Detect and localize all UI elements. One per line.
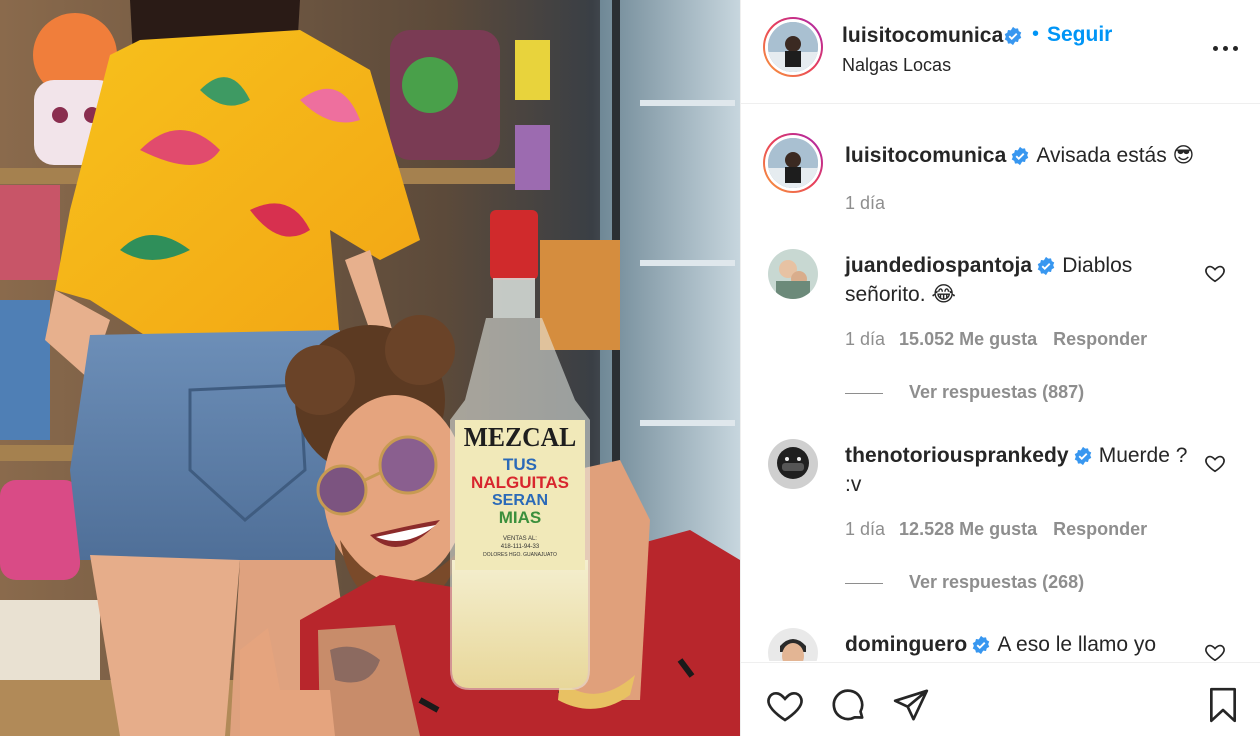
comment-meta: 1 día 12.528 Me gusta Responder xyxy=(845,519,1147,540)
verified-badge-icon xyxy=(1012,147,1029,166)
view-replies-label: Ver respuestas (268) xyxy=(909,572,1085,592)
label-line-2: NALGUITAS xyxy=(471,473,569,492)
caption-username[interactable]: luisitocomunica xyxy=(845,144,1006,167)
post-action-bar xyxy=(741,662,1260,736)
avatar-image xyxy=(768,22,818,72)
verified-badge-icon xyxy=(1074,447,1091,466)
comment-likes[interactable]: 12.528 Me gusta xyxy=(899,519,1037,539)
post-header: luisitocomunica • Seguir Nalgas Locas xyxy=(741,0,1260,104)
label-line-4: MIAS xyxy=(498,508,542,527)
verified-badge-icon xyxy=(1003,26,1023,51)
caption-text: luisitocomunica Avisada estás 😎 xyxy=(845,141,1225,170)
label-line-1: TUS xyxy=(503,455,537,474)
commenter-avatar[interactable] xyxy=(768,628,818,661)
comment-icon[interactable] xyxy=(828,685,868,725)
comment-text: dominguero A eso le llamo yo xyxy=(845,630,1195,659)
label-line-3: SERAN xyxy=(491,492,548,509)
more-options-icon[interactable] xyxy=(1211,38,1241,58)
heart-icon[interactable] xyxy=(765,685,805,725)
comment-username[interactable]: thenotoriousprankedy xyxy=(845,444,1069,467)
post-location[interactable]: Nalgas Locas xyxy=(842,55,951,76)
reply-button[interactable]: Responder xyxy=(1053,519,1147,539)
author-username[interactable]: luisitocomunica xyxy=(842,24,1003,48)
view-replies-button[interactable]: Ver respuestas (268) xyxy=(845,572,1084,593)
post-image xyxy=(0,0,740,736)
caption-body: Avisada estás 😎 xyxy=(1036,144,1195,167)
heart-icon[interactable] xyxy=(1204,641,1226,661)
commenter-avatar[interactable] xyxy=(768,439,818,489)
author-avatar[interactable] xyxy=(763,17,823,77)
view-replies-button[interactable]: Ver respuestas (887) xyxy=(845,382,1084,403)
bookmark-icon[interactable] xyxy=(1203,685,1243,725)
label-small-2: 418-111-94-33 xyxy=(500,544,540,550)
view-replies-label: Ver respuestas (887) xyxy=(909,382,1085,402)
avatar-image xyxy=(768,138,818,188)
verified-badge-icon xyxy=(1037,257,1055,276)
comment-meta: 1 día 15.052 Me gusta Responder xyxy=(845,329,1147,350)
comments-list[interactable]: luisitocomunica Avisada estás 😎 1 día jua… xyxy=(741,105,1260,661)
label-small-3: DOLORES HGO. GUANAJUATO xyxy=(483,552,557,558)
follow-button[interactable]: Seguir xyxy=(1047,23,1112,47)
caption-time[interactable]: 1 día xyxy=(845,193,885,214)
comment-username[interactable]: dominguero xyxy=(845,633,967,656)
reply-button[interactable]: Responder xyxy=(1053,329,1147,349)
label-brand: MEZCAL xyxy=(463,422,577,452)
heart-icon[interactable] xyxy=(1204,452,1226,474)
comment-text: juandediospantoja Diablos señorito. 😂 xyxy=(845,251,1195,309)
verified-badge-icon xyxy=(973,636,990,655)
commenter-avatar[interactable] xyxy=(768,249,818,299)
label-small-1: VENTAS AL: xyxy=(503,536,537,542)
heart-icon[interactable] xyxy=(1204,262,1226,284)
post-photo[interactable]: MEZCAL TUS NALGUITAS SERAN MIAS VENTAS A… xyxy=(0,0,740,736)
bottle-label: MEZCAL TUS NALGUITAS SERAN MIAS VENTAS A… xyxy=(455,420,585,570)
comment-time[interactable]: 1 día xyxy=(845,519,885,539)
comment-username[interactable]: juandediospantoja xyxy=(845,254,1032,277)
separator-dot: • xyxy=(1032,23,1040,45)
comment-text: thenotoriousprankedy Muerde ? :v xyxy=(845,441,1195,499)
comment-body: A eso le llamo yo xyxy=(997,633,1157,656)
caption-avatar[interactable] xyxy=(763,133,823,193)
post-side-panel: luisitocomunica • Seguir Nalgas Locas lu… xyxy=(740,0,1260,736)
comment-time[interactable]: 1 día xyxy=(845,329,885,349)
share-icon[interactable] xyxy=(891,685,931,725)
comment-likes[interactable]: 15.052 Me gusta xyxy=(899,329,1037,349)
